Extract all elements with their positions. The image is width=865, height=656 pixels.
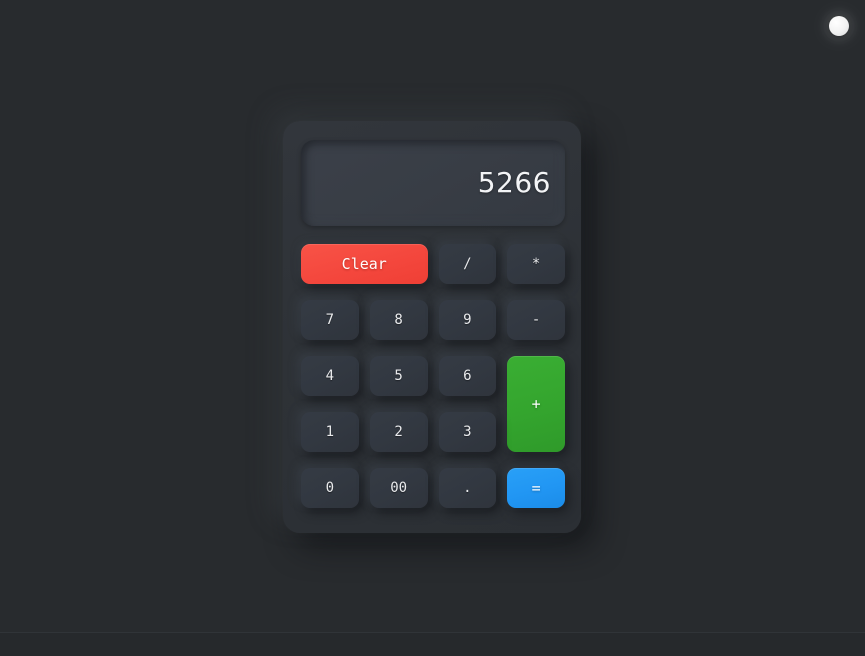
calculator-widget: 5266 Clear / * 7 8 9-4 5 6 +1 2 3 0 00. =	[283, 121, 581, 533]
key-decimal[interactable]: .	[438, 468, 497, 508]
key-multiply[interactable]: *	[507, 244, 565, 284]
display-value: 5266	[477, 166, 551, 199]
key-subtract[interactable]: -	[507, 300, 565, 340]
key-9[interactable]: 9	[438, 300, 497, 340]
key-divide[interactable]: /	[438, 244, 497, 284]
key-3[interactable]: 3	[438, 412, 497, 452]
key-8[interactable]: 8	[369, 300, 428, 340]
key-4[interactable]: 4	[301, 356, 359, 396]
page-bottom-edge	[0, 632, 865, 656]
page-canvas: 5266 Clear / * 7 8 9-4 5 6 +1 2 3 0 00. =	[0, 0, 865, 632]
key-6[interactable]: 6	[438, 356, 497, 396]
key-clear[interactable]: Clear	[301, 244, 428, 284]
key-1[interactable]: 1	[301, 412, 359, 452]
key-equals[interactable]: =	[507, 468, 565, 508]
key-00[interactable]: 00	[369, 468, 428, 508]
key-5[interactable]: 5	[369, 356, 428, 396]
key-7[interactable]: 7	[301, 300, 359, 340]
theme-toggle-button[interactable]	[829, 16, 849, 36]
calculator-display[interactable]: 5266	[301, 140, 565, 226]
key-0[interactable]: 0	[301, 468, 359, 508]
key-2[interactable]: 2	[369, 412, 428, 452]
calculator-keypad: Clear / * 7 8 9-4 5 6 +1 2 3 0 00. =	[301, 244, 565, 508]
key-add[interactable]: +	[507, 356, 565, 452]
